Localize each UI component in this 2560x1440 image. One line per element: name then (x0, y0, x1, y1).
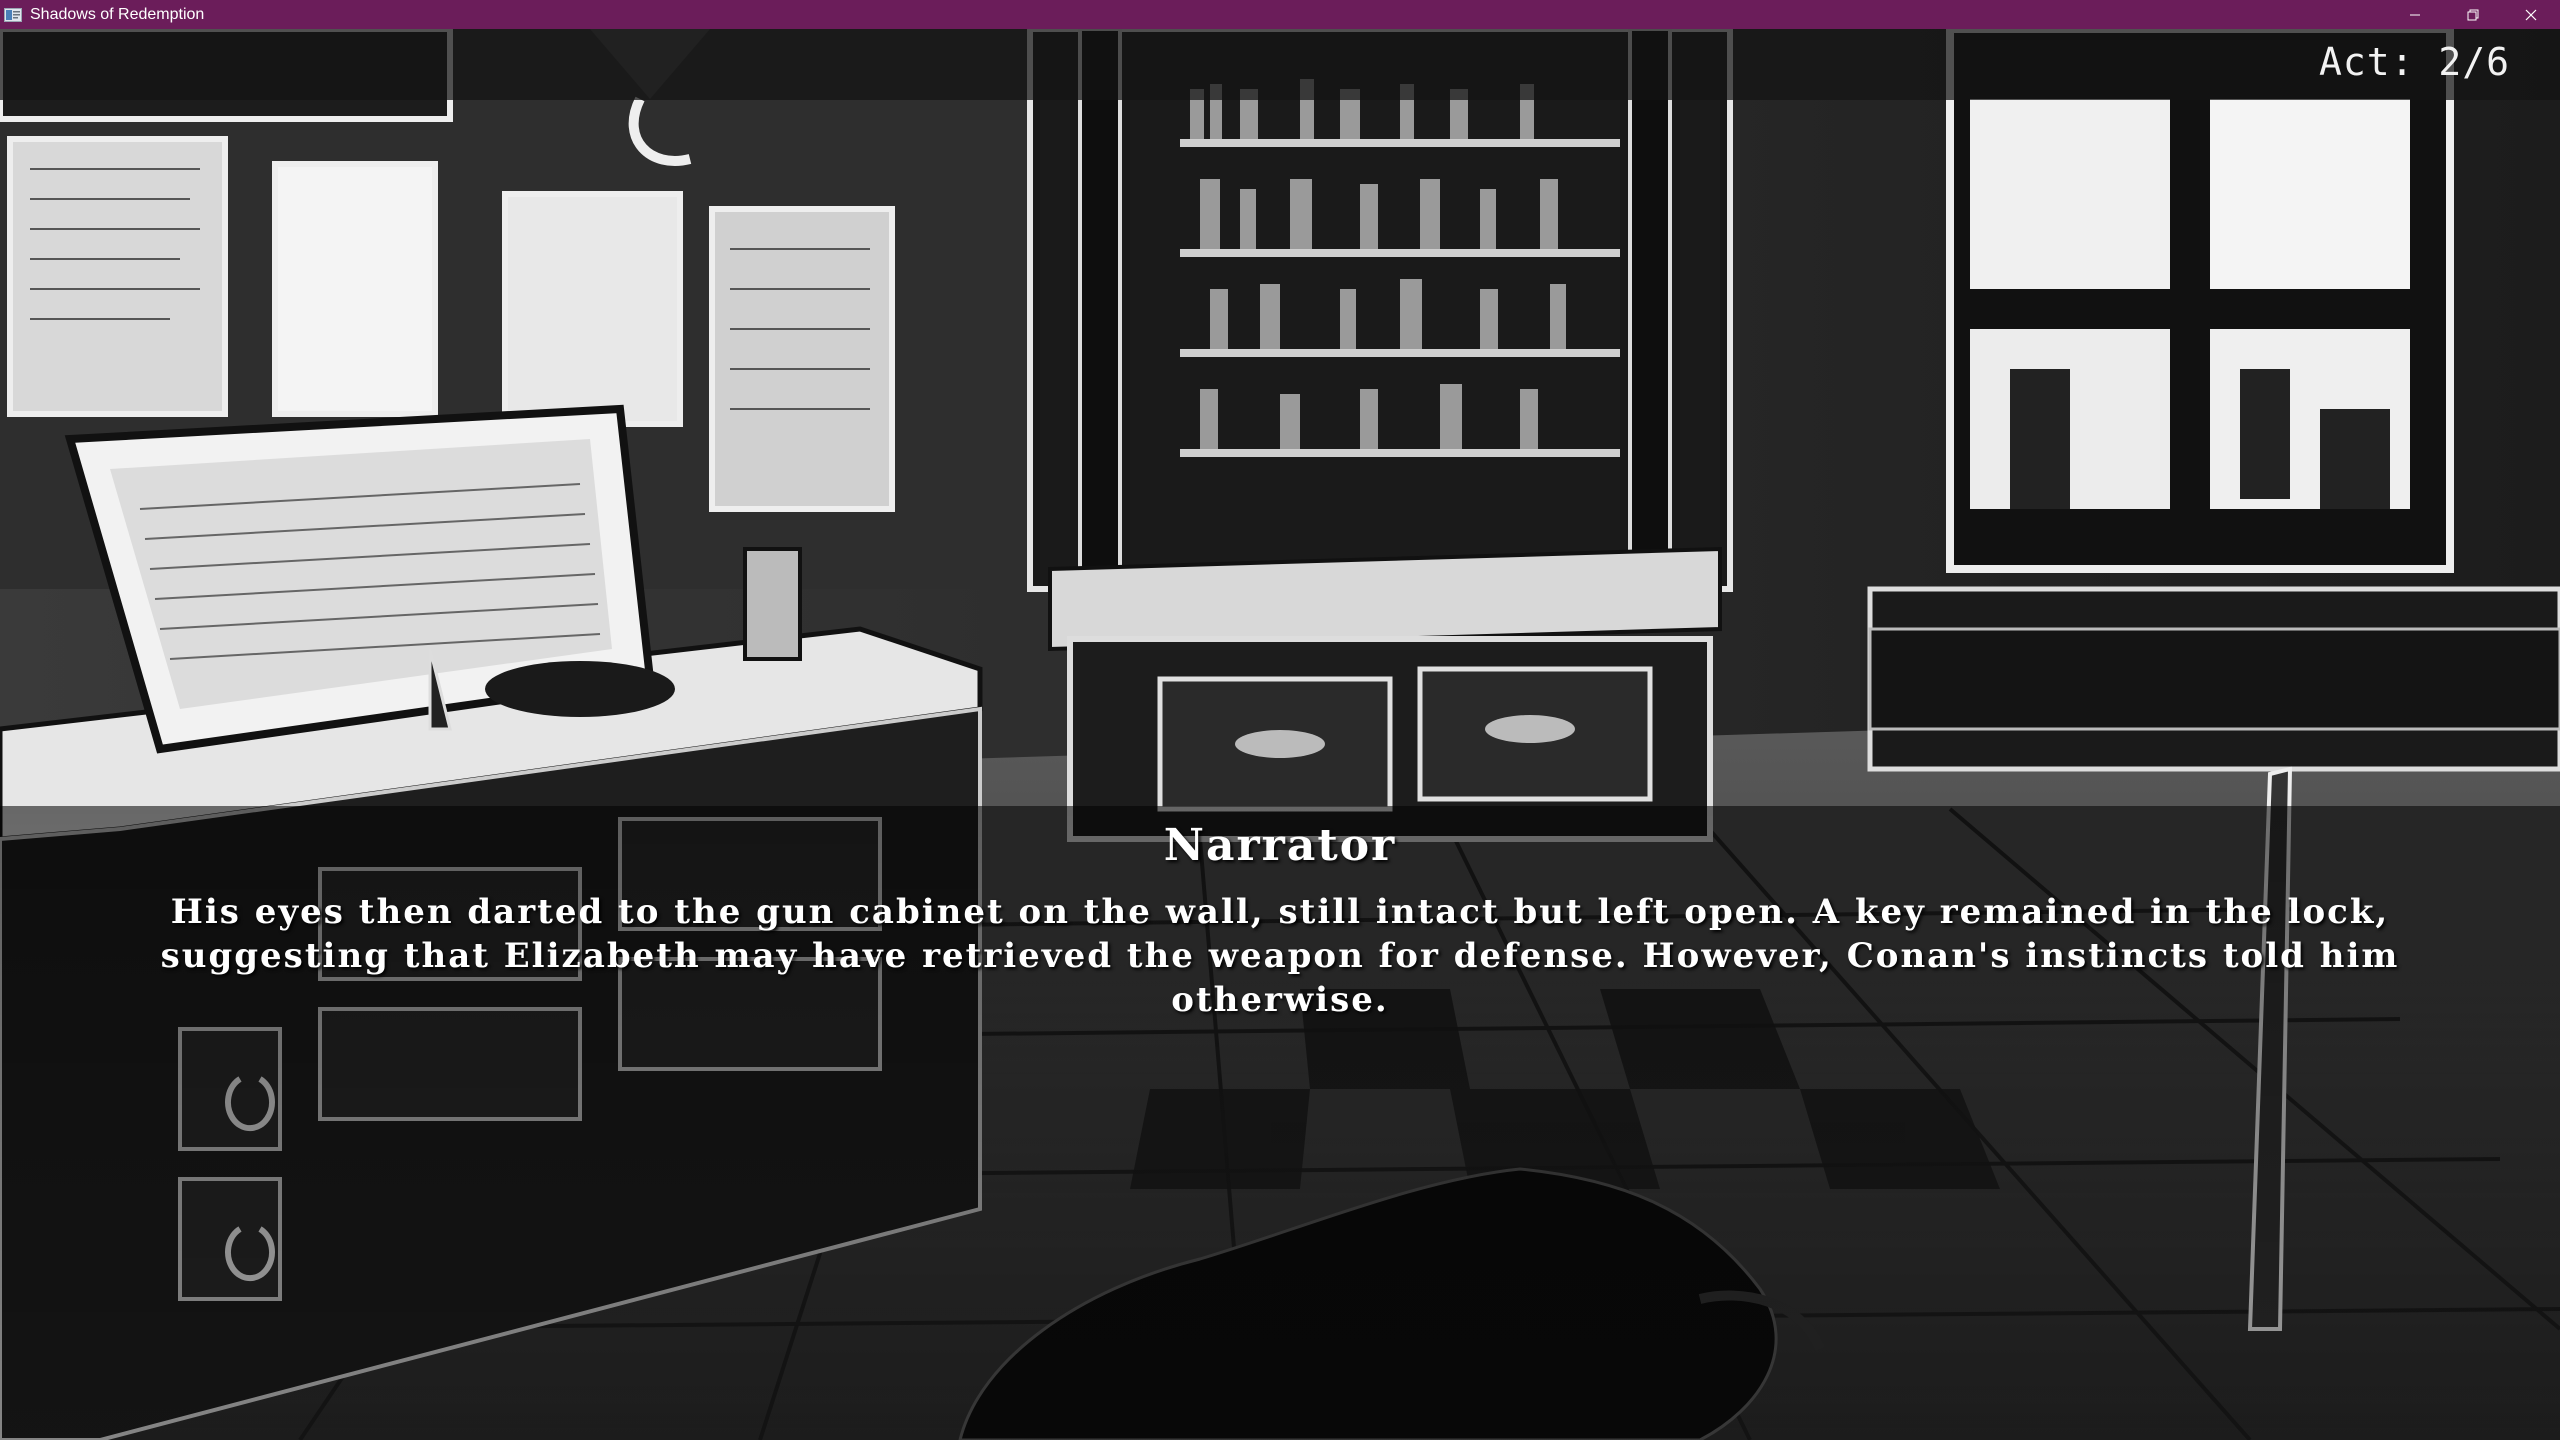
act-counter: Act: 2/6 (2318, 40, 2510, 84)
hud-top-bar: Act: 2/6 (0, 29, 2560, 100)
window-controls (2386, 0, 2560, 29)
close-button[interactable] (2502, 0, 2560, 29)
title-bar[interactable]: Shadows of Redemption (0, 0, 2560, 29)
app-icon (4, 7, 22, 22)
close-icon (2525, 9, 2537, 20)
restore-button[interactable] (2444, 0, 2502, 29)
window-title: Shadows of Redemption (30, 5, 205, 23)
game-window: Shadows of Redemption Act: 2/6 Narrator … (0, 0, 2560, 1440)
dialogue-box[interactable]: Narrator His eyes then darted to the gun… (0, 806, 2560, 1440)
minimize-button[interactable] (2386, 0, 2444, 29)
dialogue-text: His eyes then darted to the gun cabinet … (160, 892, 2400, 1020)
minimize-icon (2410, 14, 2420, 15)
restore-icon (2467, 9, 2479, 20)
speaker-name: Narrator (1163, 820, 1397, 871)
